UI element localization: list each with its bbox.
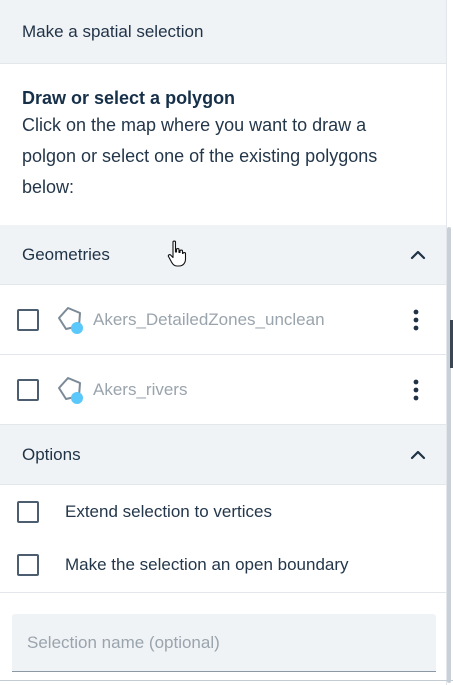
intro-text: Click on the map where you want to draw … (22, 115, 378, 197)
chevron-up-icon[interactable] (408, 245, 428, 265)
selection-name-input[interactable] (12, 614, 436, 671)
intro-title: Draw or select a polygon (22, 88, 236, 108)
option-row[interactable]: Extend selection to vertices (0, 485, 446, 538)
panel-header: Make a spatial selection (0, 0, 446, 64)
option-row[interactable]: Make the selection an open boundary (0, 538, 446, 591)
more-vertical-icon[interactable] (404, 305, 428, 335)
geometry-row[interactable]: Akers_DetailedZones_unclean (0, 285, 446, 355)
geometry-checkbox[interactable] (17, 308, 39, 331)
options-title: Options (22, 444, 81, 464)
geometry-checkbox[interactable] (17, 378, 39, 401)
geometry-row[interactable]: Akers_rivers (0, 355, 446, 425)
polygon-icon (55, 304, 87, 336)
polygon-icon (55, 374, 87, 406)
geometry-label: Akers_DetailedZones_unclean (93, 309, 325, 329)
more-vertical-icon[interactable] (404, 375, 428, 405)
geometry-label: Akers_rivers (93, 379, 188, 399)
options-section-header[interactable]: Options (0, 425, 446, 485)
panel-title: Make a spatial selection (22, 21, 204, 41)
option-label: Make the selection an open boundary (65, 554, 349, 574)
geometries-title: Geometries (22, 244, 110, 264)
selection-name-section (0, 592, 446, 685)
spatial-selection-panel: Make a spatial selection Draw or select … (0, 0, 447, 685)
selection-name-field[interactable] (12, 614, 436, 672)
option-label: Extend selection to vertices (65, 501, 272, 521)
chevron-up-icon[interactable] (408, 445, 428, 465)
scrollbar[interactable] (447, 227, 451, 683)
geometries-section-header[interactable]: Geometries (0, 225, 446, 285)
extend-vertices-checkbox[interactable] (17, 500, 39, 523)
open-boundary-checkbox[interactable] (17, 553, 39, 576)
divider (0, 680, 453, 681)
intro-section: Draw or select a polygon Click on the ma… (0, 64, 446, 225)
